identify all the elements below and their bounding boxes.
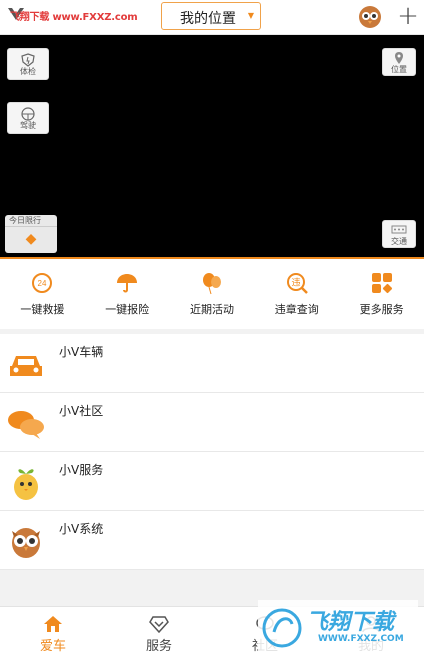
checkup-label: 体检 [20, 67, 36, 76]
action-violation-search[interactable]: 违 违章查询 [254, 259, 339, 329]
checkup-button[interactable]: 体检 [7, 48, 49, 80]
list-item-title: 小V车辆 [59, 345, 104, 359]
list-item[interactable]: 小V服务 [0, 452, 424, 511]
rescue-icon: 24 [32, 273, 53, 293]
shield-icon [21, 53, 35, 67]
list-item[interactable]: 小V车辆 [0, 334, 424, 393]
action-label: 近期活动 [189, 303, 234, 316]
steering-wheel-icon [21, 107, 35, 121]
grid-icon [371, 273, 392, 294]
violation-search-icon: 违 [286, 273, 308, 294]
owl-icon [12, 528, 40, 558]
quick-actions: 24 一键救援 一键报险 近期活动 违 违章查询 更多服务 [0, 259, 424, 329]
home-icon [44, 616, 62, 632]
list-item-title: 小V社区 [59, 404, 104, 418]
feature-list: 小V车辆 小V社区 小V服务 小V系统 [0, 334, 424, 570]
owl-avatar-icon[interactable] [357, 4, 383, 30]
diamond-icon [149, 616, 169, 633]
list-item-title: 小V系统 [59, 522, 104, 536]
list-item-title: 小V服务 [59, 463, 104, 477]
drive-label: 驾驶 [20, 121, 36, 130]
chat-bubbles-icon [8, 411, 44, 439]
action-label: 违章查询 [274, 303, 319, 316]
today-restriction-label: 今日限行 [5, 215, 57, 227]
location-label: 我的位置 [180, 11, 236, 27]
umbrella-icon [117, 274, 138, 293]
chevron-down-icon: ▼ [247, 11, 254, 20]
sprout-mascot-icon [14, 469, 38, 500]
balloon-icon [202, 273, 221, 295]
map-view[interactable]: 体检 驾驶 位置 交通 今日限行 ◆ [0, 35, 424, 259]
today-restriction-panel[interactable]: 今日限行 ◆ [5, 215, 57, 253]
traffic-label: 交通 [391, 237, 407, 246]
watermark-text: 飞翔下载 www.FXXZ.com [10, 12, 138, 23]
location-pin-icon [395, 52, 403, 64]
watermark-brand: 飞翔下载 [306, 610, 395, 635]
tab-label: 服务 [145, 639, 172, 654]
action-insurance[interactable]: 一键报险 [85, 259, 170, 329]
action-events[interactable]: 近期活动 [170, 259, 255, 329]
top-bar: 飞翔下载 www.FXXZ.com 我的位置 ▼ + [0, 0, 424, 35]
restriction-indicator-icon: ◆ [25, 231, 37, 247]
tab-service[interactable]: 服务 [106, 607, 212, 661]
position-label: 位置 [391, 65, 407, 74]
action-label: 一键救援 [20, 303, 65, 316]
watermark-url: WWW.FXXZ.COM [318, 634, 404, 644]
location-dropdown[interactable]: 我的位置 ▼ [161, 2, 261, 30]
svg-text:违: 违 [291, 278, 300, 288]
traffic-icon [391, 225, 407, 234]
drive-button[interactable]: 驾驶 [7, 102, 49, 134]
add-button[interactable]: + [396, 3, 420, 29]
action-rescue[interactable]: 24 一键救援 [0, 259, 85, 329]
traffic-button[interactable]: 交通 [382, 220, 416, 248]
watermark-overlay: 飞翔下载 WWW.FXXZ.COM [258, 600, 418, 658]
svg-text:24: 24 [38, 279, 47, 288]
tab-my-car[interactable]: 爱车 [0, 607, 106, 661]
watermark-logo-icon [262, 608, 302, 648]
list-item[interactable]: 小V社区 [0, 393, 424, 452]
action-label: 更多服务 [359, 303, 404, 316]
action-more-services[interactable]: 更多服务 [339, 259, 424, 329]
car-icon [10, 356, 42, 376]
action-label: 一键报险 [105, 303, 150, 316]
list-item[interactable]: 小V系统 [0, 511, 424, 570]
position-button[interactable]: 位置 [382, 48, 416, 76]
tab-label: 爱车 [39, 639, 66, 654]
